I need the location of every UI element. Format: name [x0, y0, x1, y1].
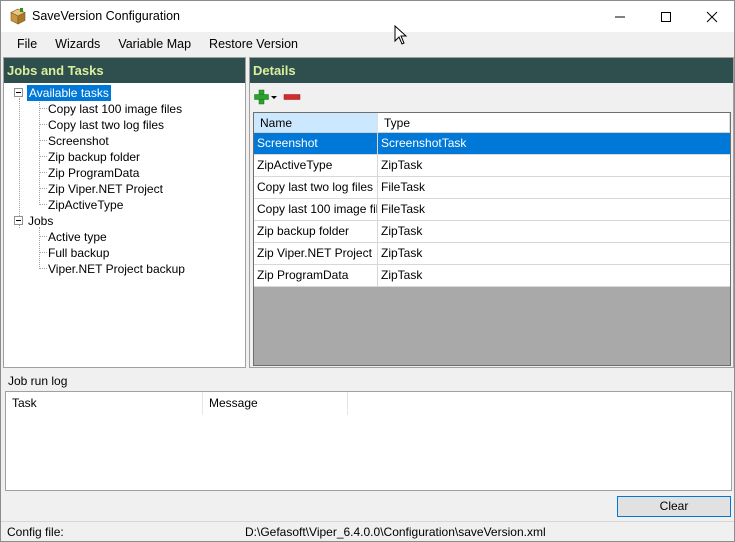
- cell-type: FileTask: [381, 180, 426, 194]
- table-row[interactable]: Zip Viper.NET Project ZipTask: [254, 243, 730, 265]
- tree-line: [40, 268, 47, 269]
- minimize-button[interactable]: [597, 1, 643, 32]
- tree-node-task[interactable]: Zip Viper.NET Project: [48, 181, 163, 197]
- app-window: SaveVersion Configuration File Wizards V…: [0, 0, 735, 542]
- menu-bar: File Wizards Variable Map Restore Versio…: [1, 32, 734, 56]
- maximize-button[interactable]: [643, 1, 689, 32]
- menu-wizards[interactable]: Wizards: [46, 32, 109, 56]
- cell-name: Zip backup folder: [254, 221, 378, 242]
- tree-line: [40, 188, 47, 189]
- menu-variable-map[interactable]: Variable Map: [109, 32, 200, 56]
- table-row[interactable]: Screenshot ScreenshotTask: [254, 133, 730, 155]
- cell-name: Screenshot: [254, 133, 378, 154]
- cell-type: ZipTask: [381, 268, 423, 282]
- cell-name: ZipActiveType: [254, 155, 378, 176]
- column-header-message[interactable]: Message: [203, 392, 348, 415]
- tree-line: [40, 236, 47, 237]
- tree-line: [40, 204, 47, 205]
- table-row[interactable]: Zip backup folder ZipTask: [254, 221, 730, 243]
- cell-type: ZipTask: [381, 158, 423, 172]
- tree-line: [39, 99, 40, 205]
- column-header-type[interactable]: Type: [378, 113, 730, 133]
- cell-type: ScreenshotTask: [381, 136, 467, 150]
- package-icon: [10, 8, 26, 25]
- add-icon[interactable]: [254, 89, 278, 105]
- cell-type: ZipTask: [381, 246, 423, 260]
- status-bar: Config file: D:\Gefasoft\Viper_6.4.0.0\C…: [1, 521, 734, 541]
- tree-node-job[interactable]: Viper.NET Project backup: [48, 261, 185, 277]
- cell-name: Zip Viper.NET Project: [254, 243, 378, 264]
- cell-name: Copy last two log files: [254, 177, 378, 198]
- details-panel: Details Name Type Screenshot ScreenshotT…: [249, 57, 734, 368]
- clear-button[interactable]: Clear: [617, 496, 731, 517]
- details-header: Details: [250, 58, 733, 83]
- tree-line: [40, 252, 47, 253]
- remove-icon[interactable]: [283, 89, 301, 105]
- tree-node-task[interactable]: Zip backup folder: [48, 149, 140, 165]
- table-row[interactable]: Zip ProgramData ZipTask: [254, 265, 730, 287]
- job-run-log-label: Job run log: [8, 374, 68, 388]
- window-title: SaveVersion Configuration: [32, 9, 181, 23]
- column-header-task[interactable]: Task: [6, 392, 203, 415]
- tree-node-job[interactable]: Active type: [48, 229, 107, 245]
- cell-name: Zip ProgramData: [254, 265, 378, 286]
- expand-toggle-available[interactable]: [14, 88, 23, 97]
- menu-file[interactable]: File: [8, 32, 46, 56]
- tree-node-task[interactable]: Copy last 100 image files: [48, 101, 182, 117]
- table-row[interactable]: Copy last 100 image files FileTask: [254, 199, 730, 221]
- jobs-and-tasks-panel: Jobs and Tasks Available tasks Copy last…: [3, 57, 246, 368]
- tree-node-task[interactable]: Copy last two log files: [48, 117, 164, 133]
- expand-toggle-jobs[interactable]: [14, 216, 23, 225]
- config-file-path: D:\Gefasoft\Viper_6.4.0.0\Configuration\…: [245, 525, 546, 539]
- details-toolbar: [250, 83, 733, 110]
- tree-line: [40, 108, 47, 109]
- mouse-cursor-icon: [394, 25, 408, 45]
- tree-node-job[interactable]: Full backup: [48, 245, 109, 261]
- tree-node-jobs[interactable]: Jobs: [28, 213, 53, 229]
- config-file-label: Config file:: [7, 525, 64, 539]
- table-row[interactable]: Copy last two log files FileTask: [254, 177, 730, 199]
- details-grid[interactable]: Name Type Screenshot ScreenshotTask ZipA…: [253, 112, 731, 366]
- tree-line: [40, 172, 47, 173]
- log-header: Task Message: [6, 392, 731, 415]
- menu-restore-version[interactable]: Restore Version: [200, 32, 307, 56]
- tree-line: [40, 156, 47, 157]
- grid-header: Name Type: [254, 113, 730, 133]
- tree-line: [39, 227, 40, 269]
- tree-line: [40, 124, 47, 125]
- table-row[interactable]: ZipActiveType ZipTask: [254, 155, 730, 177]
- tree-line: [40, 140, 47, 141]
- title-bar[interactable]: SaveVersion Configuration: [1, 1, 734, 32]
- tree-node-task[interactable]: ZipActiveType: [48, 197, 123, 213]
- tree-node-available-tasks[interactable]: Available tasks: [27, 85, 111, 101]
- tree-node-task[interactable]: Screenshot: [48, 133, 109, 149]
- cell-type: ZipTask: [381, 224, 423, 238]
- cell-name: Copy last 100 image files: [254, 199, 378, 220]
- maximize-icon: [661, 11, 671, 22]
- close-button[interactable]: [689, 1, 735, 32]
- close-icon: [706, 11, 718, 22]
- jobs-and-tasks-header: Jobs and Tasks: [4, 58, 245, 83]
- cell-type: FileTask: [381, 202, 426, 216]
- job-run-log-list[interactable]: Task Message: [5, 391, 732, 491]
- column-header-name[interactable]: Name: [254, 113, 378, 133]
- tree-line: [19, 98, 20, 228]
- jobs-tree[interactable]: Available tasks Copy last 100 image file…: [4, 83, 245, 367]
- tree-node-task[interactable]: Zip ProgramData: [48, 165, 139, 181]
- minimize-icon: [615, 16, 625, 17]
